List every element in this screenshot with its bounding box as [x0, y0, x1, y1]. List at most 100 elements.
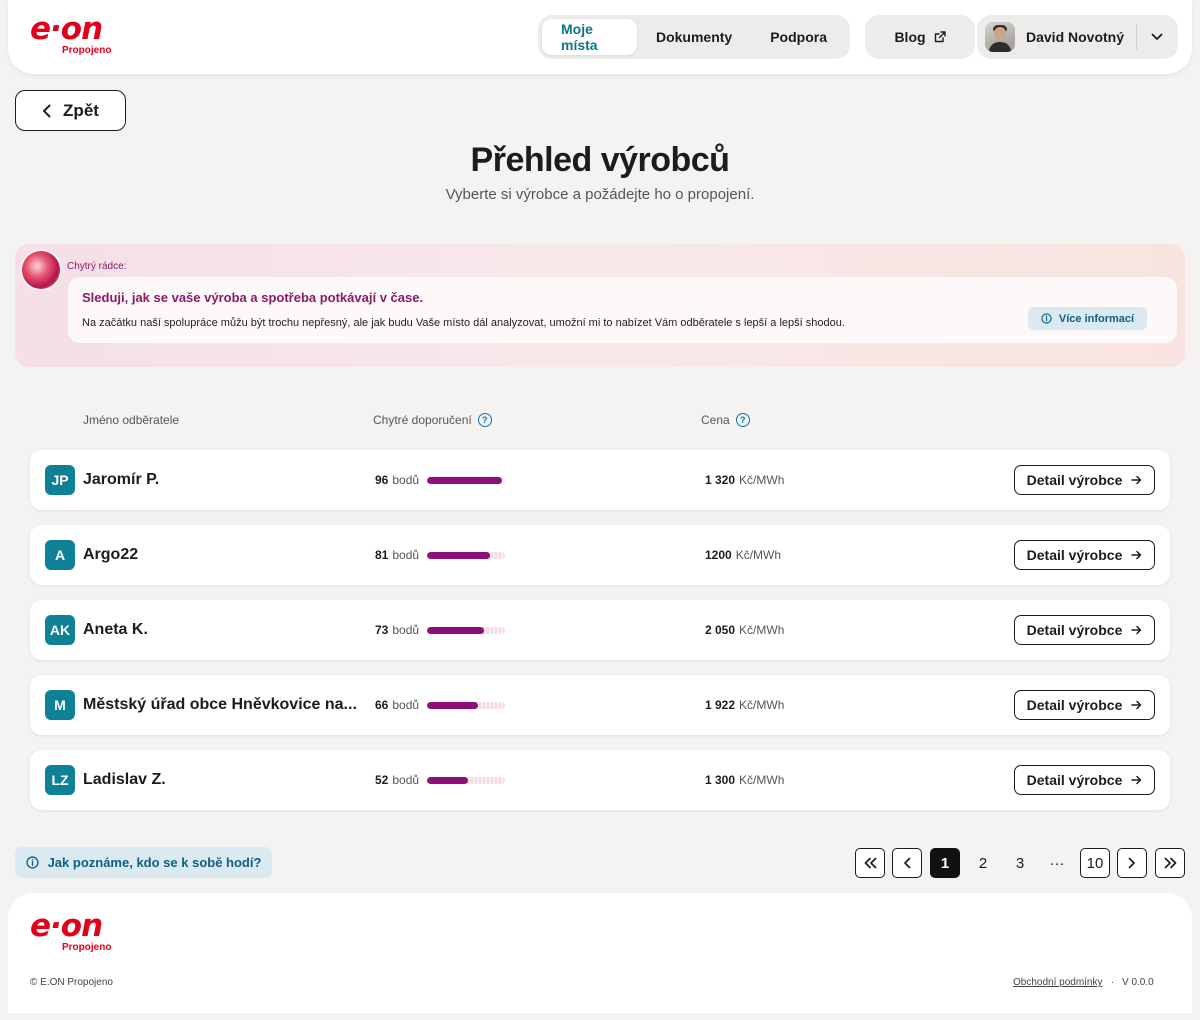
price-unit: Kč/MWh [739, 473, 785, 487]
double-chevron-left-icon [864, 857, 876, 869]
column-header-name: Jméno odběratele [83, 413, 179, 427]
score-bar [427, 627, 505, 634]
logo-subtitle: Propojeno [62, 942, 112, 953]
page-10-button[interactable]: 10 [1080, 848, 1110, 878]
chevron-right-icon [1128, 857, 1135, 869]
column-header-price-label: Cena [701, 413, 730, 427]
score-value: 52 bodů [375, 773, 419, 787]
footer: e·on Propojeno © E.ON Propojeno Obchodní… [8, 893, 1192, 1013]
table-row: AK Aneta K. 73 bodů 2 050 Kč/MWh Detail vý… [30, 600, 1170, 660]
initials-badge: LZ [45, 765, 75, 795]
detail-button[interactable]: Detail výrobce [1014, 540, 1155, 570]
smart-advisor-panel: Chytrý rádce: Sleduji, jak se vaše výrob… [15, 244, 1185, 367]
detail-button[interactable]: Detail výrobce [1014, 465, 1155, 495]
advisor-text: Na začátku naší spolupráce můžu být troc… [82, 317, 845, 329]
table-row: A Argo22 81 bodů 1200 Kč/MWh Detail výrobc… [30, 525, 1170, 585]
score-bar [427, 702, 505, 709]
score-value: 81 bodů [375, 548, 419, 562]
nav-tab-moje-mista[interactable]: Moje místa [542, 19, 637, 55]
table-row: LZ Ladislav Z. 52 bodů 1 300 Kč/MWh Detail… [30, 750, 1170, 810]
score-bar-fill [427, 777, 468, 784]
score-bar-fill [427, 702, 479, 709]
nav-tab-dokumenty[interactable]: Dokumenty [637, 19, 751, 55]
price-number: 1200 [705, 548, 732, 562]
user-menu[interactable]: David Novotný [977, 15, 1178, 59]
price-value: 1 320 Kč/MWh [705, 473, 784, 487]
initials-badge: M [45, 690, 75, 720]
detail-button[interactable]: Detail výrobce [1014, 765, 1155, 795]
pagination-ellipsis: ··· [1049, 854, 1065, 872]
page-subtitle: Vyberte si výrobce a požádejte ho o prop… [445, 186, 755, 203]
nav-tab-podpora[interactable]: Podpora [751, 19, 846, 55]
main-nav: Moje místa Dokumenty Podpora [538, 15, 850, 59]
score-number: 66 [375, 698, 389, 712]
score-bar-fill [427, 627, 484, 634]
logo-wordmark: e·on [30, 11, 103, 47]
price-number: 1 300 [705, 773, 736, 787]
score-value: 73 bodů [375, 623, 419, 637]
logo-wordmark: e·on [30, 908, 103, 944]
logo-subtitle: Propojeno [62, 45, 112, 56]
help-icon[interactable]: ? [735, 413, 750, 427]
column-header-recommendation: Chytré doporučení ? [373, 413, 492, 427]
page-2-button[interactable]: 2 [968, 848, 998, 878]
arrow-right-icon [1131, 475, 1142, 485]
avatar [985, 22, 1015, 52]
score-number: 96 [375, 473, 389, 487]
score-bar-fill [427, 477, 502, 484]
score-number: 73 [375, 623, 389, 637]
arrow-right-icon [1131, 700, 1142, 710]
producer-name: Jaromír P. [83, 471, 160, 488]
initials-badge: AK [45, 615, 75, 645]
next-page-button[interactable] [1117, 848, 1147, 878]
chevron-left-icon [43, 104, 51, 117]
double-chevron-right-icon [1164, 857, 1176, 869]
page-3-button[interactable]: 3 [1005, 848, 1035, 878]
column-header-name-label: Jméno odběratele [83, 413, 180, 427]
arrow-right-icon [1131, 625, 1142, 635]
footer-separator: · [1111, 977, 1115, 988]
price-value: 1200 Kč/MWh [705, 548, 781, 562]
score-bar [427, 477, 505, 484]
score-number: 52 [375, 773, 389, 787]
price-value: 2 050 Kč/MWh [705, 623, 784, 637]
first-page-button[interactable] [855, 848, 885, 878]
how-we-match-label: Jak poznáme, kdo se k sobě hodí? [47, 855, 262, 870]
user-menu-divider [1136, 24, 1138, 50]
detail-label: Detail výrobce [1026, 547, 1123, 563]
price-number: 1 922 [705, 698, 736, 712]
more-info-button[interactable]: Více informací [1028, 307, 1147, 330]
score-value: 66 bodů [375, 698, 419, 712]
page-1-button[interactable]: 1 [930, 848, 960, 878]
back-button[interactable]: Zpět [15, 90, 126, 131]
help-icon[interactable]: ? [477, 413, 492, 427]
more-info-label: Více informací [1058, 312, 1135, 325]
terms-link[interactable]: Obchodní podmínky [1013, 977, 1103, 988]
how-we-match-button[interactable]: Jak poznáme, kdo se k sobě hodí? [15, 847, 272, 878]
previous-page-button[interactable] [892, 848, 922, 878]
detail-label: Detail výrobce [1026, 772, 1123, 788]
eon-logo[interactable]: e·on Propojeno [30, 14, 120, 60]
initials-badge: A [45, 540, 75, 570]
producer-name: Městský úřad obce Hněvkovice na... [83, 696, 357, 713]
price-value: 1 300 Kč/MWh [705, 773, 784, 787]
score-number: 81 [375, 548, 389, 562]
score-unit: bodů [392, 473, 420, 487]
score-unit: bodů [392, 623, 420, 637]
score-bar [427, 777, 505, 784]
detail-label: Detail výrobce [1026, 622, 1123, 638]
detail-button[interactable]: Detail výrobce [1014, 690, 1155, 720]
blog-link[interactable]: Blog [865, 15, 975, 59]
price-number: 2 050 [705, 623, 736, 637]
score-bar [427, 552, 505, 559]
score-bar-fill [427, 552, 491, 559]
detail-label: Detail výrobce [1026, 472, 1123, 488]
score-value: 96 bodů [375, 473, 419, 487]
chevron-down-icon[interactable] [1151, 33, 1163, 41]
external-link-icon [934, 31, 946, 43]
last-page-button[interactable] [1155, 848, 1185, 878]
price-unit: Kč/MWh [735, 548, 782, 562]
eon-logo[interactable]: e·on Propojeno [30, 911, 120, 957]
version-label: V 0.0.0 [1122, 977, 1154, 988]
detail-button[interactable]: Detail výrobce [1014, 615, 1155, 645]
